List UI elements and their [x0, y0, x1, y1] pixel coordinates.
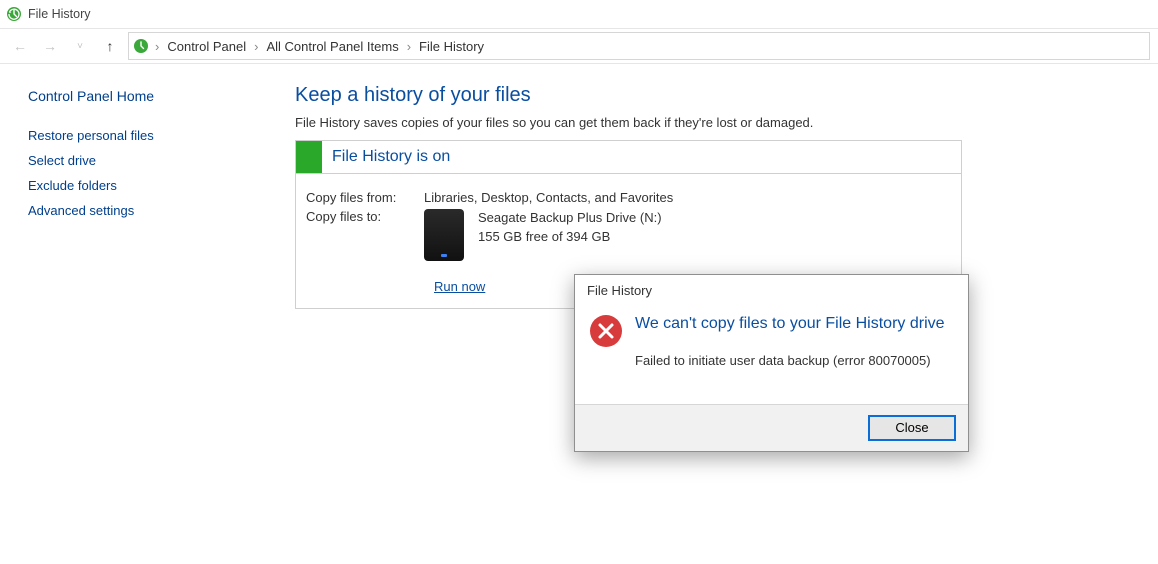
file-history-icon — [133, 38, 149, 54]
run-now-link[interactable]: Run now — [434, 279, 485, 294]
breadcrumb-item[interactable]: Control Panel — [163, 37, 250, 56]
window-titlebar: File History — [0, 0, 1158, 29]
sidebar-link-advanced-settings[interactable]: Advanced settings — [28, 203, 253, 218]
close-button[interactable]: Close — [868, 415, 956, 441]
sidebar-link-restore[interactable]: Restore personal files — [28, 128, 253, 143]
breadcrumb-item[interactable]: File History — [415, 37, 488, 56]
chevron-right-icon: › — [405, 39, 413, 54]
dialog-heading: We can't copy files to your File History… — [635, 314, 945, 335]
error-icon — [589, 314, 623, 348]
status-text: File History is on — [332, 148, 450, 166]
copy-from-label: Copy files from: — [306, 188, 424, 207]
drive-free-space: 155 GB free of 394 GB — [478, 228, 662, 247]
page-subtitle: File History saves copies of your files … — [295, 115, 1130, 130]
drive-name: Seagate Backup Plus Drive (N:) — [478, 209, 662, 228]
control-panel-home-link[interactable]: Control Panel Home — [28, 88, 253, 104]
sidebar-link-select-drive[interactable]: Select drive — [28, 153, 253, 168]
copy-to-label: Copy files to: — [306, 207, 424, 263]
up-button[interactable]: ↑ — [98, 34, 122, 58]
page-heading: Keep a history of your files — [295, 84, 1130, 107]
breadcrumb-item[interactable]: All Control Panel Items — [262, 37, 402, 56]
breadcrumb-bar[interactable]: › Control Panel › All Control Panel Item… — [128, 32, 1150, 60]
dialog-title: File History — [575, 275, 968, 306]
sidebar: Control Panel Home Restore personal file… — [0, 64, 267, 564]
dialog-detail: Failed to initiate user data backup (err… — [635, 353, 945, 368]
hard-drive-icon — [424, 209, 464, 261]
chevron-right-icon: › — [252, 39, 260, 54]
file-history-icon — [6, 6, 22, 22]
navigation-bar: ← → ˅ ↑ › Control Panel › All Control Pa… — [0, 29, 1158, 63]
status-header: File History is on — [296, 141, 961, 174]
recent-locations-button[interactable]: ˅ — [68, 34, 92, 58]
error-dialog: File History We can't copy files to your… — [574, 274, 969, 452]
status-on-indicator — [296, 141, 322, 173]
window-title: File History — [28, 7, 91, 21]
sidebar-link-exclude-folders[interactable]: Exclude folders — [28, 178, 253, 193]
chevron-right-icon: › — [153, 39, 161, 54]
copy-from-value: Libraries, Desktop, Contacts, and Favori… — [424, 188, 681, 207]
back-button[interactable]: ← — [8, 34, 32, 58]
forward-button[interactable]: → — [38, 34, 62, 58]
